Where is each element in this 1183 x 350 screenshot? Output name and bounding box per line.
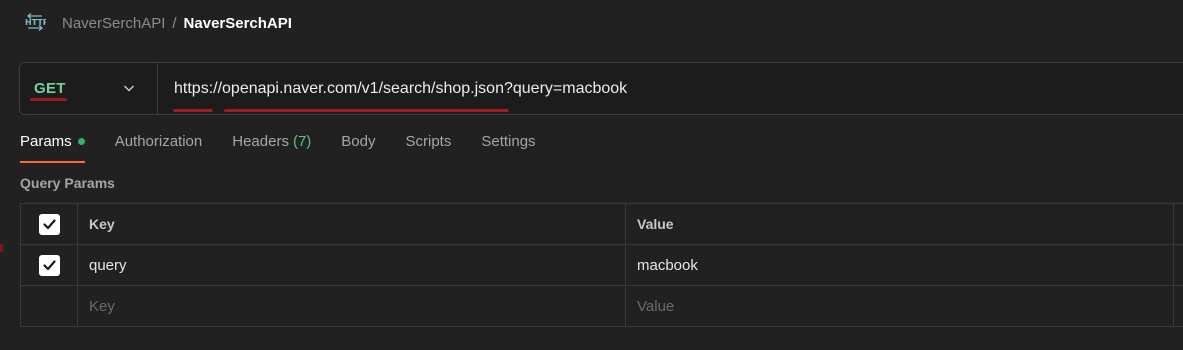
- annotation-underline: [224, 108, 509, 112]
- annotation-mark: [0, 244, 3, 252]
- svg-text:HTTP: HTTP: [25, 18, 46, 27]
- params-active-dot: [77, 137, 85, 145]
- table-row: query macbook: [21, 245, 1183, 286]
- tab-headers[interactable]: Headers (7): [232, 131, 311, 163]
- row-check-cell: [21, 245, 78, 285]
- param-enabled-checkbox[interactable]: [38, 254, 60, 276]
- new-key-input[interactable]: Key: [78, 286, 626, 326]
- tab-authorization-label: Authorization: [114, 133, 203, 150]
- column-header-key: Key: [78, 204, 626, 244]
- method-label: GET: [34, 80, 66, 97]
- tab-scripts[interactable]: Scripts: [406, 131, 452, 163]
- query-params-table: Key Value query macbook Key Value: [20, 203, 1183, 327]
- request-tabs: Params Authorization Headers (7) Body Scr…: [20, 131, 566, 163]
- tab-body-label: Body: [341, 133, 376, 150]
- breadcrumb: HTTP NaverSerchAPI / NaverSerchAPI: [24, 10, 292, 36]
- column-header-value: Value: [626, 204, 1174, 244]
- tab-params[interactable]: Params: [20, 131, 85, 163]
- select-all-cell: [21, 204, 78, 244]
- row-check-cell-empty: [21, 286, 78, 326]
- annotation-underline: [173, 108, 213, 112]
- table-row-new: Key Value: [21, 286, 1183, 326]
- checkmark-icon: [42, 218, 56, 229]
- tab-settings[interactable]: Settings: [481, 131, 535, 163]
- param-value-input[interactable]: macbook: [626, 245, 1174, 285]
- table-header-row: Key Value: [21, 204, 1183, 245]
- query-params-title: Query Params: [20, 175, 115, 191]
- url-text: https://openapi.naver.com/v1/search/shop…: [174, 79, 628, 97]
- tab-params-label: Params: [20, 133, 72, 150]
- tab-body[interactable]: Body: [341, 131, 375, 163]
- tab-authorization[interactable]: Authorization: [115, 131, 203, 163]
- row-extra-cell: [1174, 245, 1183, 285]
- breadcrumb-separator: /: [172, 14, 177, 32]
- annotation-underline: [30, 98, 67, 101]
- chevron-down-icon: [123, 85, 135, 92]
- request-name[interactable]: NaverSerchAPI: [184, 15, 292, 32]
- select-all-checkbox[interactable]: [38, 213, 60, 235]
- url-input[interactable]: https://openapi.naver.com/v1/search/shop…: [158, 79, 628, 112]
- column-header-extra: [1174, 204, 1183, 244]
- http-icon: HTTP: [25, 13, 46, 31]
- checkmark-icon: [42, 259, 56, 270]
- method-select[interactable]: GET: [20, 63, 158, 114]
- param-key-input[interactable]: query: [78, 245, 626, 285]
- new-value-input[interactable]: Value: [626, 286, 1174, 326]
- breadcrumb-parent[interactable]: NaverSerchAPI: [62, 15, 165, 32]
- tab-headers-label: Headers: [232, 133, 289, 150]
- row-extra-cell: [1174, 286, 1183, 326]
- tab-scripts-label: Scripts: [405, 133, 452, 150]
- tab-settings-label: Settings: [481, 133, 536, 150]
- headers-count: (7): [292, 133, 312, 150]
- request-url-bar: GET https://openapi.naver.com/v1/search/…: [19, 62, 1183, 115]
